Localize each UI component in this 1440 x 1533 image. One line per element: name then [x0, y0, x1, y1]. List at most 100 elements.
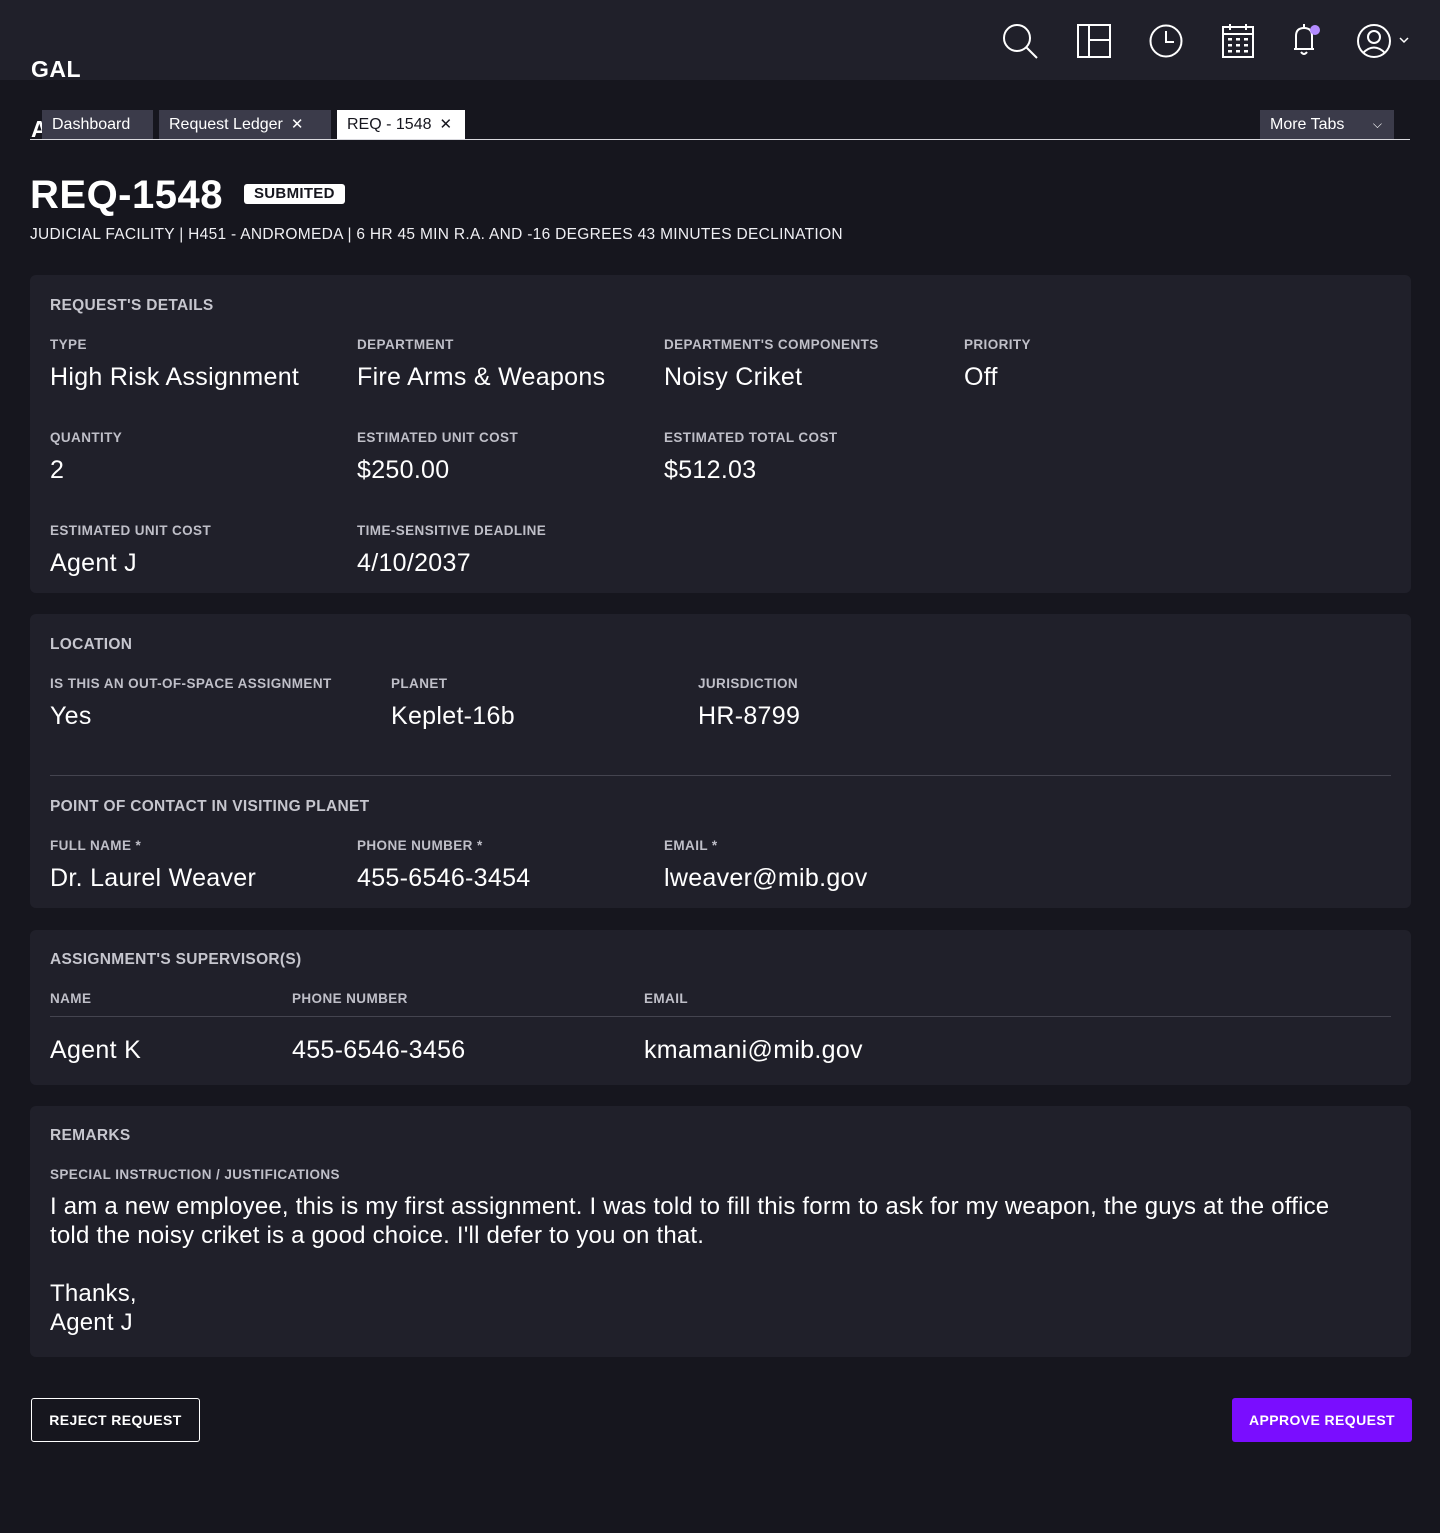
- column-header-name: NAME: [50, 991, 91, 1006]
- more-tabs-label: More Tabs: [1270, 116, 1345, 133]
- supervisor-name-cell: Agent K: [50, 1025, 141, 1065]
- field-value: Yes: [50, 702, 92, 730]
- requester-field: ESTIMATED UNIT COST Agent J: [50, 523, 211, 578]
- department-field: DEPARTMENT Fire Arms & Weapons: [357, 337, 605, 392]
- jurisdiction-field: JURISDICTION HR-8799: [698, 676, 800, 731]
- supervisors-card: ASSIGNMENT'S SUPERVISOR(S) NAME PHONE NU…: [30, 930, 1411, 1085]
- section-title: REMARKS: [50, 1127, 131, 1144]
- remarks-text: I am a new employee, this is my first as…: [50, 1192, 1370, 1337]
- supervisor-email-cell: kmamani@mib.gov: [644, 1025, 863, 1065]
- calendar-icon[interactable]: [1218, 21, 1258, 61]
- clock-icon[interactable]: [1146, 21, 1186, 61]
- field-value: Keplet-16b: [391, 702, 515, 730]
- tab-label: Dashboard: [52, 116, 131, 133]
- column-label: EMAIL: [644, 991, 688, 1006]
- cell-value: kmamani@mib.gov: [644, 1036, 863, 1064]
- quantity-field: QUANTITY 2: [50, 430, 122, 485]
- field-label: FULL NAME *: [50, 838, 142, 853]
- field-label: DEPARTMENT'S COMPONENTS: [664, 337, 879, 352]
- field-label: ESTIMATED UNIT COST: [357, 430, 519, 445]
- total-cost-field: ESTIMATED TOTAL COST $512.03: [664, 430, 838, 485]
- reject-request-button[interactable]: REJECT REQUEST: [31, 1398, 200, 1442]
- tab-dashboard[interactable]: Dashboard: [42, 110, 153, 139]
- remarks-paragraph: I am a new employee, this is my first as…: [50, 1193, 1330, 1249]
- field-value: Fire Arms & Weapons: [357, 363, 606, 391]
- field-value: Agent J: [50, 549, 137, 577]
- contact-phone-field: PHONE NUMBER * 455-6546-3454: [357, 838, 531, 893]
- top-navigation-bar: GAL AXY: [0, 0, 1440, 141]
- column-header-phone: PHONE NUMBER: [292, 991, 408, 1006]
- priority-field: PRIORITY Off: [964, 337, 1031, 392]
- column-label: PHONE NUMBER: [292, 991, 408, 1006]
- facility-subline: JUDICIAL FACILITY | H451 - ANDROMEDA | 6…: [30, 226, 843, 243]
- logo-line-1: GAL: [31, 56, 82, 82]
- remarks-signoff: Thanks,: [50, 1280, 137, 1307]
- field-value: High Risk Assignment: [50, 363, 300, 391]
- contact-email-field: EMAIL * lweaver@mib.gov: [664, 838, 868, 893]
- field-label: TIME-SENSITIVE DEADLINE: [357, 523, 547, 538]
- field-label: ESTIMATED UNIT COST: [50, 523, 212, 538]
- field-value: 2: [50, 456, 65, 484]
- out-of-space-field: IS THIS AN OUT-OF-SPACE ASSIGNMENT Yes: [50, 676, 332, 731]
- field-label: JURISDICTION: [698, 676, 799, 691]
- section-title: ASSIGNMENT'S SUPERVISOR(S): [50, 951, 302, 968]
- field-value: 4/10/2037: [357, 549, 471, 577]
- cell-value: 455-6546-3456: [292, 1036, 466, 1064]
- layout-icon[interactable]: [1074, 21, 1114, 61]
- chevron-down-icon: ⌵: [1372, 117, 1382, 131]
- table-header-divider: [50, 1016, 1391, 1017]
- location-card: LOCATION IS THIS AN OUT-OF-SPACE ASSIGNM…: [30, 614, 1411, 908]
- field-value: $512.03: [664, 456, 757, 484]
- request-details-card: REQUEST'S DETAILS TYPE High Risk Assignm…: [30, 275, 1411, 593]
- field-value: HR-8799: [698, 702, 801, 730]
- remarks-field: SPECIAL INSTRUCTION / JUSTIFICATIONS: [50, 1167, 340, 1182]
- type-field: TYPE High Risk Assignment: [50, 337, 299, 392]
- field-label: TYPE: [50, 337, 87, 352]
- cell-value: Agent K: [50, 1036, 142, 1064]
- close-icon[interactable]: ✕: [291, 110, 304, 139]
- contact-name-field: FULL NAME * Dr. Laurel Weaver: [50, 838, 256, 893]
- field-label: EMAIL *: [664, 838, 718, 853]
- field-label: PLANET: [391, 676, 448, 691]
- column-label: NAME: [50, 991, 92, 1006]
- approve-request-button[interactable]: APPROVE REQUEST: [1232, 1398, 1412, 1442]
- components-field: DEPARTMENT'S COMPONENTS Noisy Criket: [664, 337, 879, 392]
- page-title: REQ-1548: [30, 173, 223, 217]
- field-label: ESTIMATED TOTAL COST: [664, 430, 838, 445]
- tab-label: REQ - 1548: [347, 116, 432, 133]
- galaxy-logo[interactable]: GAL AXY: [31, 19, 81, 179]
- tab-request-ledger[interactable]: Request Ledger ✕: [159, 110, 331, 139]
- user-menu-button[interactable]: [1354, 21, 1414, 61]
- field-label: IS THIS AN OUT-OF-SPACE ASSIGNMENT: [50, 676, 332, 691]
- planet-field: PLANET Keplet-16b: [391, 676, 515, 731]
- remarks-card: REMARKS SPECIAL INSTRUCTION / JUSTIFICAT…: [30, 1106, 1411, 1357]
- field-value: 455-6546-3454: [357, 864, 531, 892]
- close-icon[interactable]: ✕: [439, 110, 452, 139]
- field-label: DEPARTMENT: [357, 337, 454, 352]
- field-label: QUANTITY: [50, 430, 123, 445]
- tab-req-1548[interactable]: REQ - 1548 ✕: [337, 110, 465, 139]
- section-title: LOCATION: [50, 636, 133, 653]
- tab-bar: Dashboard Request Ledger ✕ REQ - 1548 ✕ Mo…: [30, 110, 1410, 140]
- section-title: REQUEST'S DETAILS: [50, 297, 214, 314]
- more-tabs-dropdown[interactable]: More Tabs ⌵: [1260, 110, 1394, 139]
- field-label: SPECIAL INSTRUCTION / JUSTIFICATIONS: [50, 1167, 340, 1182]
- field-value: $250.00: [357, 456, 450, 484]
- status-badge: SUBMITED: [244, 184, 345, 204]
- remarks-signature: Agent J: [50, 1309, 133, 1336]
- column-header-email: EMAIL: [644, 991, 688, 1006]
- field-label: PHONE NUMBER *: [357, 838, 483, 853]
- field-value: Off: [964, 363, 998, 391]
- search-icon[interactable]: [1000, 21, 1040, 61]
- field-value: Dr. Laurel Weaver: [50, 864, 257, 892]
- deadline-field: TIME-SENSITIVE DEADLINE 4/10/2037: [357, 523, 546, 578]
- tab-label: Request Ledger: [169, 116, 283, 133]
- supervisor-phone-cell: 455-6546-3456: [292, 1025, 466, 1065]
- bell-icon[interactable]: [1284, 21, 1324, 61]
- subsection-title: POINT OF CONTACT IN VISITING PLANET: [50, 798, 370, 815]
- unit-cost-field: ESTIMATED UNIT COST $250.00: [357, 430, 518, 485]
- section-divider: [50, 775, 1391, 776]
- field-label: PRIORITY: [964, 337, 1031, 352]
- field-value: Noisy Criket: [664, 363, 803, 391]
- notification-dot: [1310, 25, 1320, 35]
